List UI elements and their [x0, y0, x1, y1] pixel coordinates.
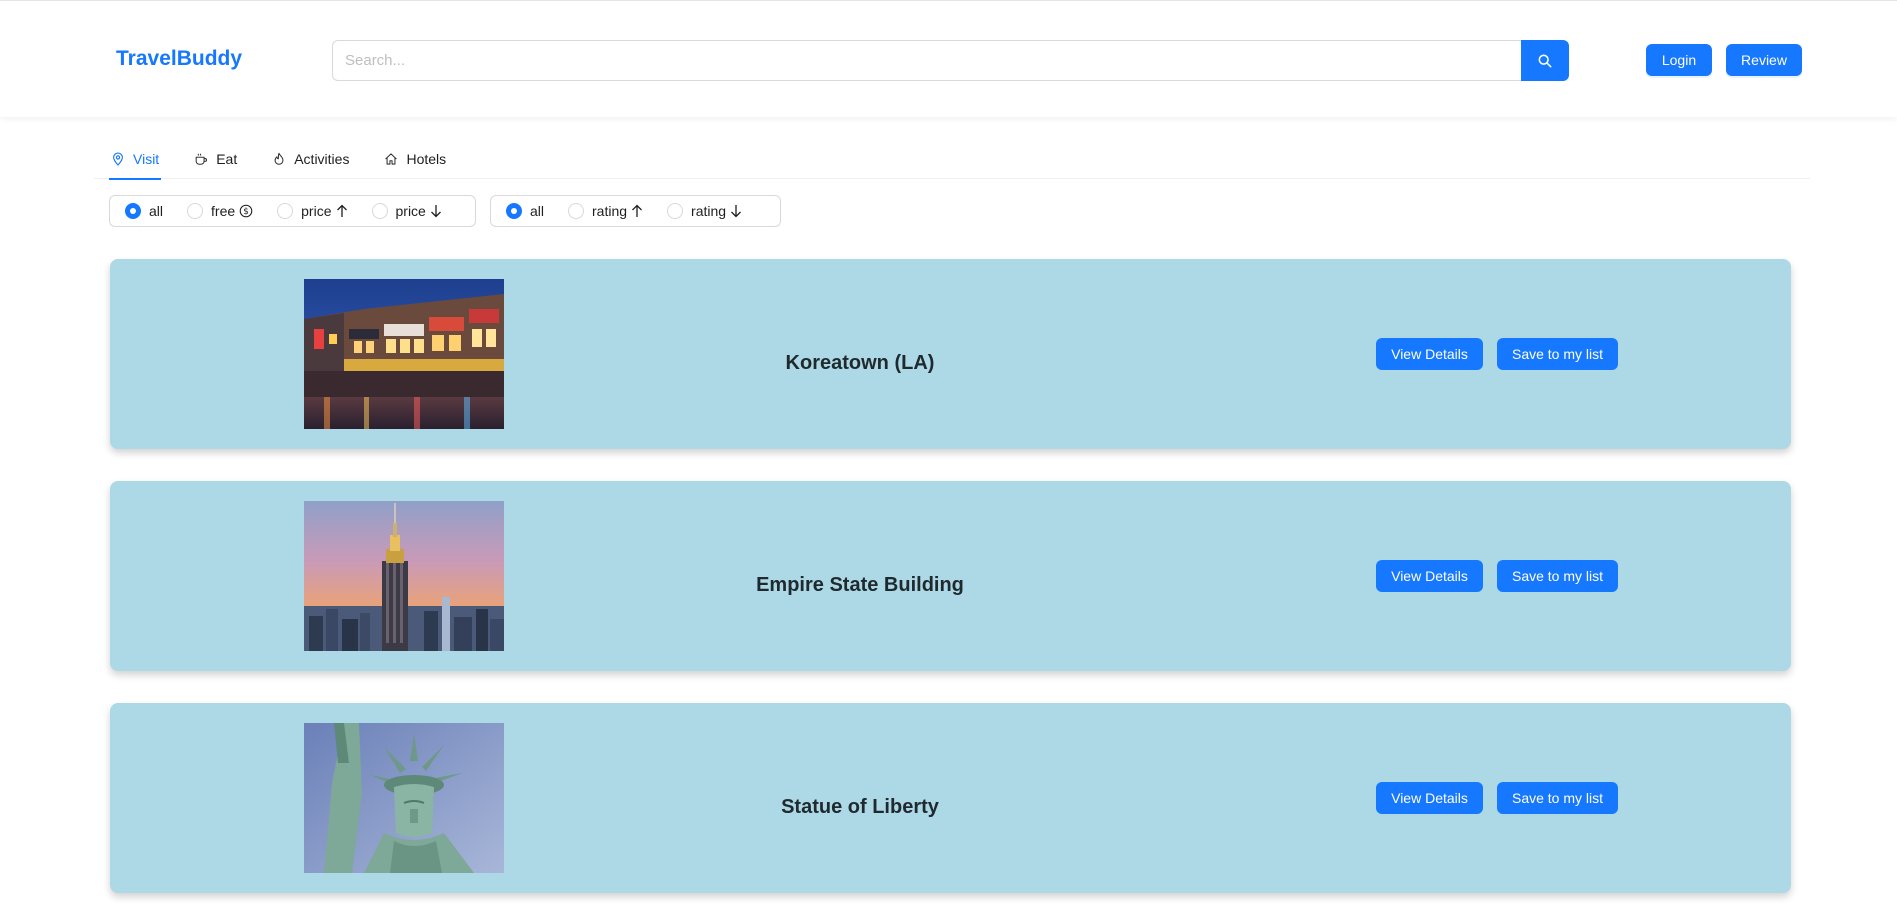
place-name: Statue of Liberty [781, 795, 939, 818]
home-icon [384, 152, 398, 166]
radio-label: rating [592, 203, 628, 219]
app-logo[interactable]: TravelBuddy [116, 47, 242, 71]
radio-dot[interactable] [277, 203, 294, 219]
view-details-button[interactable]: View Details [1376, 338, 1483, 370]
place-card: Statue of Liberty View Details Save to m… [110, 703, 1791, 893]
radio-dot[interactable] [125, 203, 141, 219]
rating-filter-group: all rating rating [490, 195, 781, 227]
tab-label: Activities [294, 150, 350, 167]
tab-label: Eat [216, 150, 238, 167]
radio-dot[interactable] [506, 203, 522, 219]
view-details-button[interactable]: View Details [1376, 560, 1483, 592]
radio-label: price [395, 203, 426, 219]
place-name: Koreatown (LA) [785, 351, 935, 374]
place-name: Empire State Building [756, 573, 964, 596]
dollar-circle-icon: $ [239, 204, 253, 218]
login-button[interactable]: Login [1646, 44, 1712, 76]
place-image [304, 501, 504, 651]
tab-label: Hotels [406, 150, 447, 167]
rating-filter-all[interactable]: all [506, 203, 544, 219]
tab-eat[interactable]: Eat [192, 138, 239, 179]
price-filter-ascending[interactable]: price [277, 203, 347, 219]
search-input[interactable] [332, 40, 1521, 81]
review-button[interactable]: Review [1726, 44, 1802, 76]
price-filter-descending[interactable]: price [371, 203, 442, 219]
arrow-down-icon [730, 204, 742, 218]
radio-dot[interactable] [187, 203, 204, 219]
save-to-list-button[interactable]: Save to my list [1497, 338, 1618, 370]
fire-icon [272, 152, 286, 166]
place-card: Koreatown (LA) View Details Save to my l… [110, 259, 1791, 449]
tab-activities[interactable]: Activities [270, 138, 351, 179]
search-button[interactable] [1521, 40, 1569, 81]
place-card: Empire State Building View Details Save … [110, 481, 1791, 671]
rating-filter-descending[interactable]: rating [667, 203, 742, 219]
price-filter-all[interactable]: all [125, 203, 163, 219]
place-image [304, 723, 504, 873]
arrow-up-icon [631, 204, 643, 218]
place-image [304, 279, 504, 429]
save-to-list-button[interactable]: Save to my list [1497, 782, 1618, 814]
radio-dot[interactable] [371, 203, 388, 219]
search-bar [332, 40, 1569, 81]
category-tabs: Visit Eat Activities Hotels [94, 138, 1810, 180]
radio-label: all [530, 203, 545, 219]
tab-label: Visit [133, 150, 160, 167]
radio-label: free [211, 203, 236, 219]
radio-label: all [149, 203, 164, 219]
coffee-icon [194, 152, 208, 166]
radio-label: price [301, 203, 332, 219]
tab-hotels[interactable]: Hotels [382, 138, 448, 179]
price-filter-free[interactable]: free $ [187, 203, 253, 219]
radio-dot[interactable] [667, 203, 684, 219]
tab-visit[interactable]: Visit [109, 138, 162, 180]
arrow-down-icon [430, 204, 442, 218]
svg-text:$: $ [243, 207, 249, 217]
radio-dot[interactable] [568, 203, 585, 219]
top-navbar: TravelBuddy Login Review [0, 0, 1897, 117]
arrow-up-icon [336, 204, 348, 218]
location-pin-icon [111, 151, 125, 166]
rating-filter-ascending[interactable]: rating [568, 203, 643, 219]
radio-label: rating [691, 203, 727, 219]
save-to-list-button[interactable]: Save to my list [1497, 560, 1618, 592]
price-filter-group: all free $ price price [109, 195, 476, 227]
search-icon [1538, 54, 1552, 67]
view-details-button[interactable]: View Details [1376, 782, 1483, 814]
